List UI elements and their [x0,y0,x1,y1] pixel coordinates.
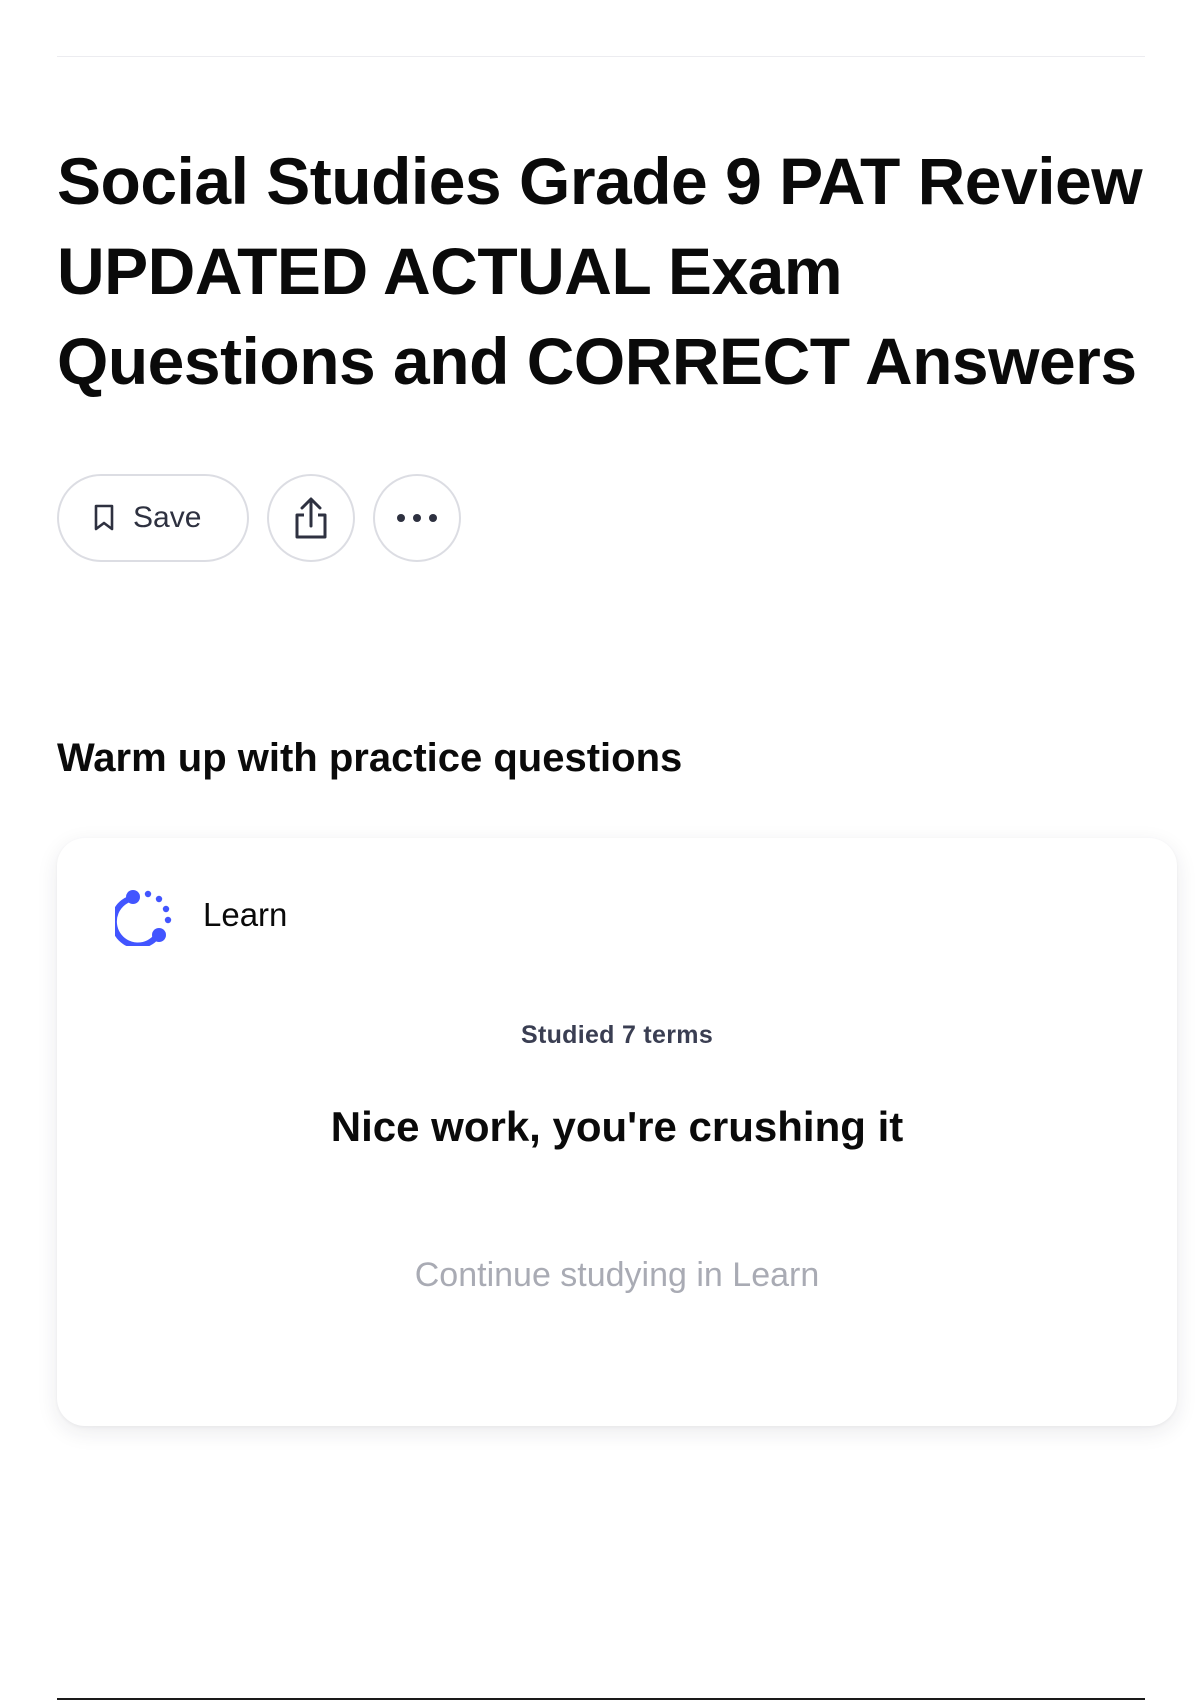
more-options-button[interactable] [373,474,461,562]
save-button-label: Save [133,501,202,534]
page-title: Social Studies Grade 9 PAT Review UPDATE… [57,144,1143,398]
share-icon [292,496,330,540]
continue-learn-link[interactable]: Continue studying in Learn [57,1256,1177,1295]
save-button[interactable]: Save [57,474,249,562]
page: Social Studies Grade 9 PAT Review UPDATE… [0,0,1200,1700]
action-bar: Save [57,474,461,562]
share-button[interactable] [267,474,355,562]
studied-terms-count: Studied 7 terms [520,1021,714,1049]
learn-card-header: Learn [115,884,287,946]
progress-message: Nice work, you're crushing it [330,1103,904,1150]
learn-mode-label: Learn [203,896,288,933]
practice-section-heading: Warm up with practice questions [57,736,683,780]
more-options-icon [395,513,439,523]
learn-progress-icon [115,884,177,946]
bookmark-icon [93,504,115,532]
learn-card[interactable]: Learn Studied 7 terms Nice work, you're … [57,838,1177,1426]
top-divider [57,56,1145,57]
